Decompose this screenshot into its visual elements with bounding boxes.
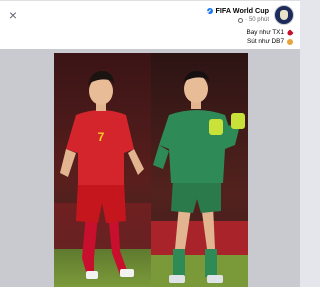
avatar[interactable]	[274, 5, 294, 25]
post-meta: · 50 phút	[207, 16, 269, 24]
fifa-trophy-icon	[280, 10, 288, 20]
caption-text: Bay như TX1	[246, 29, 284, 36]
post-timestamp[interactable]: 50 phút	[249, 16, 269, 24]
right-player-image	[151, 53, 248, 287]
post-header: FIFA World Cup · 50 phút	[206, 5, 294, 25]
page-name[interactable]: FIFA World Cup	[216, 6, 270, 15]
close-icon[interactable]: ×	[6, 8, 20, 22]
page-name-row: FIFA World Cup	[206, 6, 270, 15]
left-player-image: 7	[54, 53, 151, 287]
post-card: × FIFA World Cup · 50 phút Bay như TX1 S…	[0, 0, 300, 287]
meta-separator: ·	[244, 17, 247, 23]
globe-icon	[237, 17, 243, 23]
caption-text: Sút như DB7	[247, 38, 284, 45]
photo-left-player: 7	[54, 53, 151, 287]
heart-emoji	[286, 28, 294, 37]
caption-line: Sút như DB7	[246, 37, 293, 46]
verified-badge-icon	[206, 7, 213, 14]
post-photo[interactable]: 7	[54, 53, 248, 287]
flag-emoji	[287, 38, 293, 45]
post-header-text: FIFA World Cup · 50 phút	[206, 5, 270, 24]
post-media: 7	[0, 49, 300, 287]
caption-line: Bay như TX1	[246, 28, 294, 37]
svg-text:7: 7	[98, 130, 105, 144]
photo-right-player	[151, 53, 248, 287]
post-caption: Bay như TX1 Sút như DB7	[246, 28, 294, 46]
